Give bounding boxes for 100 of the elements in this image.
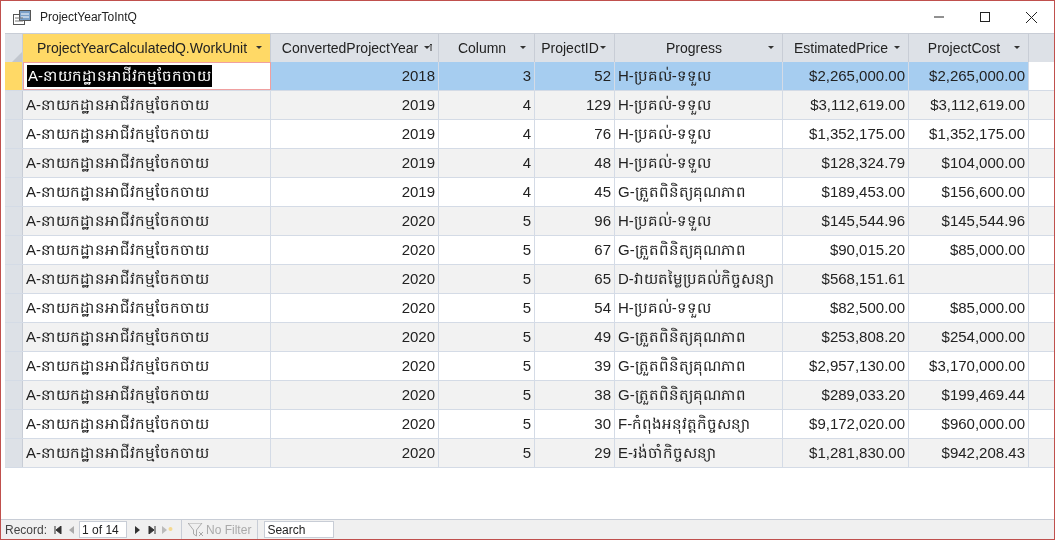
table-cell: 2020 <box>271 381 439 409</box>
table-cell: 5 <box>439 323 535 351</box>
table-cell: 2020 <box>271 236 439 264</box>
table-cell: G-ត្រួតពិនិត្យគុណភាព <box>615 178 783 206</box>
table-cell: G-ត្រួតពិនិត្យគុណភាព <box>615 236 783 264</box>
table-cell: $254,000.00 <box>909 323 1029 351</box>
table-cell: 2019 <box>271 178 439 206</box>
table-cell: $189,453.00 <box>783 178 909 206</box>
sort-ascending-icon[interactable] <box>423 44 432 52</box>
table-cell: 2020 <box>271 265 439 293</box>
close-icon <box>1025 11 1037 23</box>
table-cell: 3 <box>439 62 535 90</box>
table-cell: 2020 <box>271 323 439 351</box>
dropdown-caret-icon[interactable] <box>255 44 264 52</box>
table-cell: $128,324.79 <box>783 149 909 177</box>
row-selector[interactable] <box>5 352 23 380</box>
first-record-icon <box>54 525 63 534</box>
row-selector[interactable] <box>5 294 23 322</box>
table-cell: A-នាយកដ្ឋានអាជីវកម្មចែកចាយ <box>23 439 271 467</box>
previous-arrow-icon <box>69 525 76 534</box>
row-selector[interactable] <box>5 149 23 177</box>
dropdown-caret-icon[interactable] <box>519 44 528 52</box>
table-cell: A-នាយកដ្ឋានអាជីវកម្មចែកចាយ <box>23 265 271 293</box>
dropdown-caret-icon[interactable] <box>767 44 776 52</box>
table-cell: E-រង់ចាំកិច្ចសន្យា <box>615 439 783 467</box>
table-cell: 48 <box>535 149 615 177</box>
table-cell: $85,000.00 <box>909 294 1029 322</box>
table-cell: 2020 <box>271 410 439 438</box>
table-cell: 2019 <box>271 91 439 119</box>
table-cell: 2020 <box>271 439 439 467</box>
table-cell: D-វាយតម្លៃប្រគល់កិច្ចសន្យា <box>615 265 783 293</box>
table-cell: A-នាយកដ្ឋានអាជីវកម្មចែកចាយ <box>23 149 271 177</box>
table-cell: 96 <box>535 207 615 235</box>
table-cell: 2019 <box>271 120 439 148</box>
table-cell: 38 <box>535 381 615 409</box>
table-cell: 29 <box>535 439 615 467</box>
table-cell: 49 <box>535 323 615 351</box>
row-selector[interactable] <box>5 265 23 293</box>
dropdown-caret-icon[interactable] <box>1013 44 1022 52</box>
dropdown-caret-icon[interactable] <box>893 44 902 52</box>
table-cell: $3,112,619.00 <box>909 91 1029 119</box>
row-selector[interactable] <box>5 178 23 206</box>
table-cell: $90,015.20 <box>783 236 909 264</box>
table-cell: H-ប្រគល់-ទទួល <box>615 120 783 148</box>
row-selector[interactable] <box>5 207 23 235</box>
table-cell: 2020 <box>271 207 439 235</box>
row-selector[interactable] <box>5 439 23 467</box>
table-cell: $145,544.96 <box>909 207 1029 235</box>
row-selector[interactable] <box>5 120 23 148</box>
table-cell: 5 <box>439 294 535 322</box>
table-cell: 5 <box>439 381 535 409</box>
window-title: ProjectYearToIntQ <box>40 9 137 26</box>
table-cell: H-ប្រគល់-ទទួល <box>615 62 783 90</box>
record-position-field[interactable]: 1 of 14 <box>79 521 128 538</box>
row-selector[interactable] <box>5 236 23 264</box>
new-record-icon <box>161 525 173 534</box>
table-cell: $253,808.20 <box>783 323 909 351</box>
table-cell: 4 <box>439 120 535 148</box>
table-cell: 39 <box>535 352 615 380</box>
table-cell: A-នាយកដ្ឋានអាជីវកម្មចែកចាយ <box>23 352 271 380</box>
table-cell: A-នាយកដ្ឋានអាជីវកម្មចែកចាយ <box>23 62 271 90</box>
table-cell: A-នាយកដ្ឋានអាជីវកម្មចែកចាយ <box>23 410 271 438</box>
row-selector[interactable] <box>5 91 23 119</box>
table-cell: H-ប្រគល់-ទទួល <box>615 91 783 119</box>
table-cell: $156,600.00 <box>909 178 1029 206</box>
query-datasheet-icon <box>13 9 31 25</box>
table-cell: A-នាយកដ្ឋានអាជីវកម្មចែកចាយ <box>23 207 271 235</box>
table-cell: 5 <box>439 410 535 438</box>
row-selector[interactable] <box>5 410 23 438</box>
maximize-icon <box>980 12 990 22</box>
table-cell: $2,957,130.00 <box>783 352 909 380</box>
corner-triangle-icon <box>12 52 22 62</box>
table-cell: 2018 <box>271 62 439 90</box>
table-cell: G-ត្រួតពិនិត្យគុណភាព <box>615 381 783 409</box>
table-cell: 2019 <box>271 149 439 177</box>
table-cell: 129 <box>535 91 615 119</box>
table-cell: 54 <box>535 294 615 322</box>
table-cell: 67 <box>535 236 615 264</box>
table-cell: A-នាយកដ្ឋានអាជីវកម្មចែកចាយ <box>23 120 271 148</box>
table-cell: 4 <box>439 149 535 177</box>
row-selector[interactable] <box>5 381 23 409</box>
search-field[interactable]: Search <box>264 521 335 538</box>
table-cell: F-កំពុងអនុវត្តកិច្ចសន្យា <box>615 410 783 438</box>
table-cell: $199,469.44 <box>909 381 1029 409</box>
row-selector[interactable] <box>5 62 23 90</box>
table-cell: $1,352,175.00 <box>909 120 1029 148</box>
record-label: Record: <box>5 521 48 539</box>
table-cell: $82,500.00 <box>783 294 909 322</box>
table-cell: 5 <box>439 265 535 293</box>
table-cell: 5 <box>439 207 535 235</box>
table-cell: 76 <box>535 120 615 148</box>
table-cell: $3,112,619.00 <box>783 91 909 119</box>
table-cell: $960,000.00 <box>909 410 1029 438</box>
table-cell: $85,000.00 <box>909 236 1029 264</box>
table-cell: 65 <box>535 265 615 293</box>
table-cell: H-ប្រគល់-ទទួល <box>615 149 783 177</box>
table-cell: $145,544.96 <box>783 207 909 235</box>
dropdown-caret-icon[interactable] <box>599 44 608 52</box>
column-header[interactable]: ProjectYearCalculatedQ.WorkUnit <box>23 34 271 62</box>
row-selector[interactable] <box>5 323 23 351</box>
